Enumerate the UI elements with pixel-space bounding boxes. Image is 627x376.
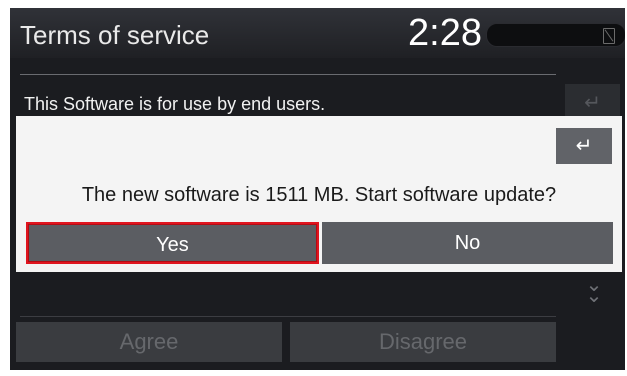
clock: 2:28 <box>408 12 482 54</box>
divider <box>20 74 556 75</box>
screen-title: Terms of service <box>20 20 210 50</box>
terms-text: This Software is for use by end users. <box>24 94 326 114</box>
back-arrow-icon: ↵ <box>575 135 593 157</box>
top-bar: Terms of service 2:28 <box>10 8 625 58</box>
yes-button[interactable]: Yes <box>26 222 319 264</box>
back-arrow-icon: ↵ <box>584 92 601 114</box>
divider <box>20 316 556 317</box>
no-button[interactable]: No <box>322 222 613 264</box>
update-dialog: ↵ The new software is 1511 MB. Start sof… <box>16 116 622 272</box>
disagree-button[interactable]: Disagree <box>290 322 556 362</box>
dialog-back-button[interactable]: ↵ <box>556 128 612 164</box>
agree-button[interactable]: Agree <box>16 322 282 362</box>
no-sim-icon <box>603 28 615 44</box>
status-bar <box>486 23 625 47</box>
scroll-down-icon[interactable]: ⌄ ⌄ <box>584 275 604 306</box>
dialog-message: The new software is 1511 MB. Start softw… <box>81 184 557 206</box>
